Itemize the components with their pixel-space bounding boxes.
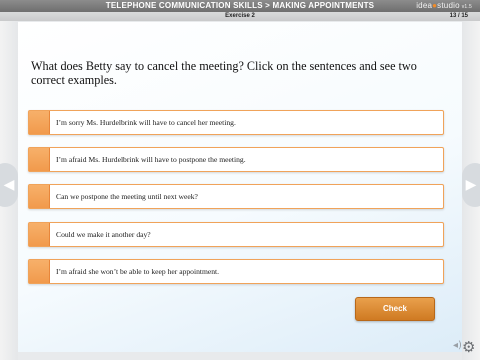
answer-option-1[interactable]: I’m sorry Ms. Hurdelbrink will have to c… (28, 110, 444, 135)
option-text: I’m afraid she won’t be able to keep her… (56, 267, 220, 276)
option-text: I’m sorry Ms. Hurdelbrink will have to c… (56, 118, 236, 127)
answer-option-2[interactable]: I’m afraid Ms. Hurdelbrink will have to … (28, 147, 444, 172)
next-page-button[interactable]: ▶ (462, 163, 480, 207)
option-text: Can we postpone the meeting until next w… (56, 192, 198, 201)
option-tab (29, 185, 50, 208)
exercise-label: Exercise 2 (225, 13, 255, 19)
option-tab (29, 111, 50, 134)
option-tab (29, 260, 50, 283)
chevron-right-icon: ▶ (465, 177, 477, 193)
option-text: Could we make it another day? (56, 230, 151, 239)
exercise-bar: Exercise 2 13 / 15 (0, 12, 480, 21)
answer-option-5[interactable]: I’m afraid she won’t be able to keep her… (28, 259, 444, 284)
question-text: What does Betty say to cancel the meetin… (31, 59, 417, 87)
answer-option-4[interactable]: Could we make it another day? (28, 222, 444, 247)
speaker-icon[interactable]: ◂) (453, 340, 462, 351)
brand-logo: idea●studio v1.5 (416, 1, 472, 10)
chevron-left-icon: ◀ (3, 177, 15, 193)
course-title: TELEPHONE COMMUNICATION SKILLS > MAKING … (105, 1, 375, 10)
answer-option-3[interactable]: Can we postpone the meeting until next w… (28, 184, 444, 209)
gear-icon[interactable]: ⚙ (462, 338, 475, 356)
option-text: I’m afraid Ms. Hurdelbrink will have to … (56, 155, 246, 164)
previous-page-button[interactable]: ◀ (0, 163, 18, 207)
option-tab (29, 148, 50, 171)
title-bar: TELEPHONE COMMUNICATION SKILLS > MAKING … (0, 0, 480, 12)
check-button[interactable]: Check (355, 297, 435, 321)
option-tab (29, 223, 50, 246)
page-counter: 13 / 15 (449, 13, 468, 19)
